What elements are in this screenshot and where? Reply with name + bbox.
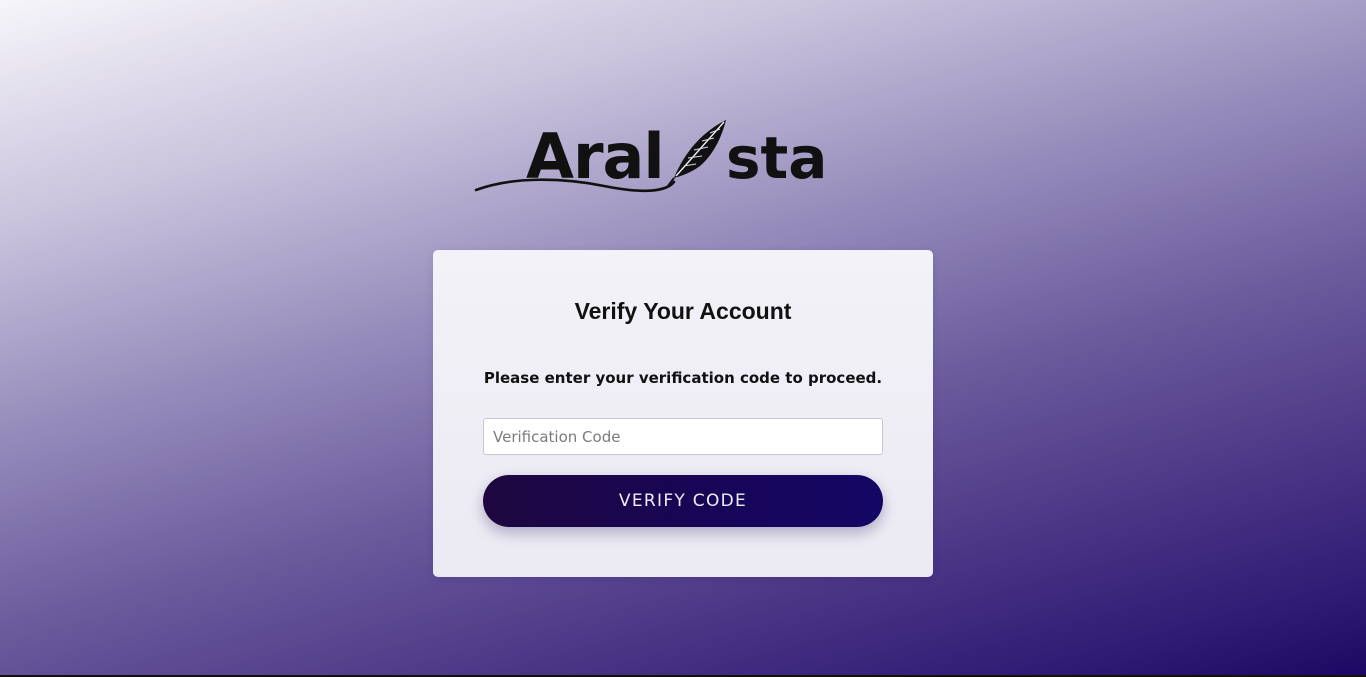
- brand-name-left: Aral: [526, 120, 664, 193]
- brand-logo: Aral sta: [474, 114, 840, 204]
- brand-name-right: sta: [726, 124, 827, 192]
- brand-logo-svg: Aral sta: [474, 120, 827, 193]
- verification-code-input[interactable]: [483, 418, 883, 455]
- verify-code-button[interactable]: VERIFY CODE: [483, 475, 883, 527]
- verify-card: Verify Your Account Please enter your ve…: [433, 250, 933, 577]
- card-title: Verify Your Account: [574, 298, 792, 324]
- feather-quill-icon: [667, 120, 726, 187]
- card-subtitle: Please enter your verification code to p…: [483, 369, 883, 387]
